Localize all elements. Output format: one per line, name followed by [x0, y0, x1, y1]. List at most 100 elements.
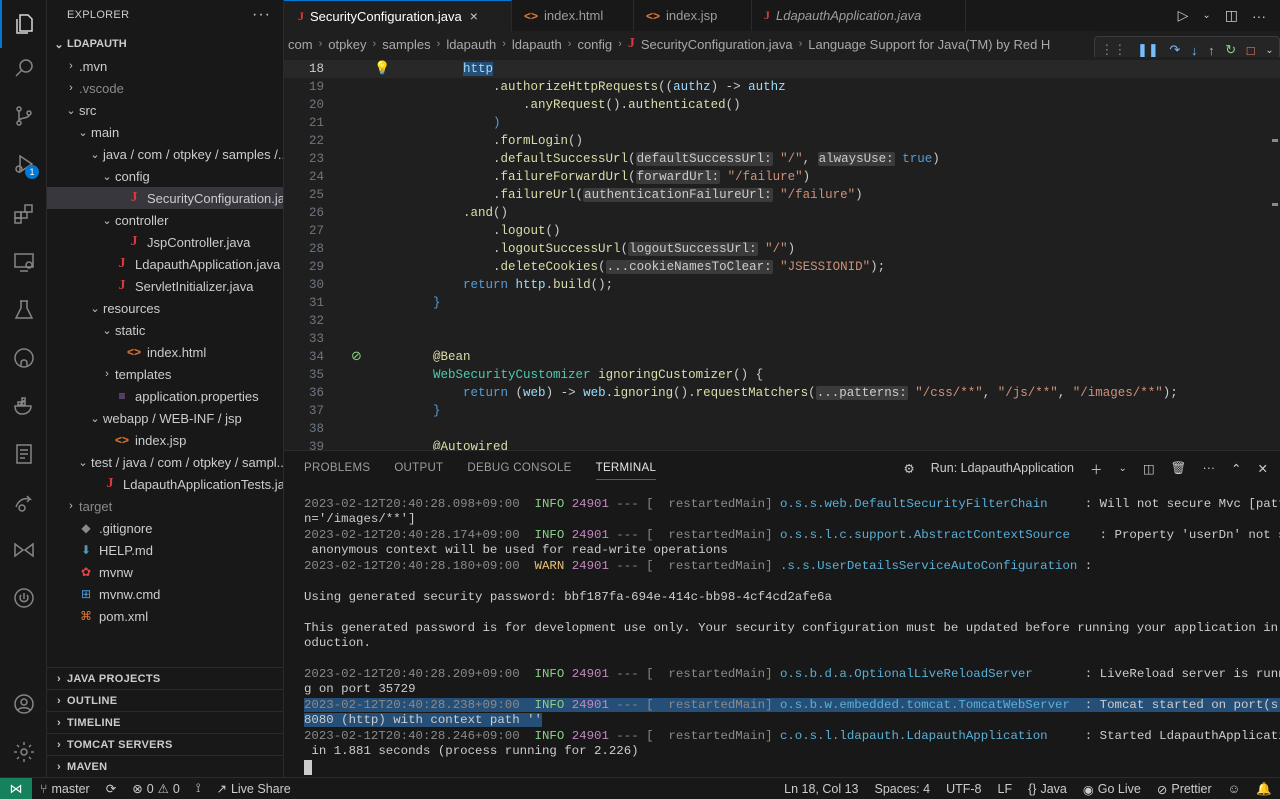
power-icon[interactable]	[0, 574, 47, 622]
chevron-down-icon[interactable]: ⌄	[1118, 463, 1126, 474]
file-item[interactable]: ⬇ HELP.md	[47, 539, 283, 561]
file-item[interactable]: J JspController.java	[47, 231, 283, 253]
bean-gutter-icon[interactable]: ⊘	[351, 348, 362, 366]
settings-gear-icon[interactable]	[0, 728, 47, 776]
folder-item[interactable]: ⌄ webapp / WEB-INF / jsp	[47, 407, 283, 429]
new-terminal-icon[interactable]: ＋	[1090, 459, 1103, 478]
docker-icon[interactable]	[0, 382, 47, 430]
close-icon[interactable]: ×	[470, 8, 478, 24]
breadcrumb-item[interactable]: SecurityConfiguration.java	[641, 37, 793, 52]
terminal-gear-icon[interactable]: ⚙	[904, 461, 915, 476]
step-into-icon[interactable]: ↓	[1191, 43, 1198, 58]
folder-item[interactable]: ⌄ java / com / otpkey / samples /...	[47, 143, 283, 165]
folder-item[interactable]: ⌄ test / java / com / otpkey / sampl...	[47, 451, 283, 473]
encoding[interactable]: UTF-8	[938, 782, 989, 796]
folder-item[interactable]: › target	[47, 495, 283, 517]
close-panel-icon[interactable]: ✕	[1258, 461, 1268, 476]
chevron-down-icon[interactable]: ⌄	[1202, 10, 1210, 21]
section-maven[interactable]: › MAVEN	[47, 755, 283, 777]
file-item[interactable]: J SecurityConfiguration.java	[47, 187, 283, 209]
live-share-button[interactable]: ↗ Live Share	[208, 781, 298, 797]
breadcrumb-item[interactable]: samples	[382, 37, 430, 52]
file-item[interactable]: ◆ .gitignore	[47, 517, 283, 539]
more-actions-icon[interactable]: ···	[1252, 8, 1266, 24]
folder-item[interactable]: ⌄ controller	[47, 209, 283, 231]
live-share-icon[interactable]	[0, 478, 47, 526]
split-terminal-icon[interactable]: ◫	[1143, 461, 1155, 476]
panel-tab-output[interactable]: OUTPUT	[394, 462, 443, 474]
sync-button[interactable]: ⟳	[98, 781, 124, 796]
trash-icon[interactable]: 🗑	[1171, 461, 1187, 476]
file-item[interactable]: J ServletInitializer.java	[47, 275, 283, 297]
file-item[interactable]: <> index.jsp	[47, 429, 283, 451]
prettier-button[interactable]: ⊘ Prettier	[1149, 782, 1220, 797]
testing-icon[interactable]	[0, 286, 47, 334]
cursor-position[interactable]: Ln 18, Col 13	[776, 782, 866, 796]
split-editor-icon[interactable]: ◫	[1225, 7, 1238, 24]
indentation[interactable]: Spaces: 4	[866, 782, 938, 796]
editor-tab[interactable]: J LdapauthApplication.java	[752, 0, 966, 31]
language-mode[interactable]: {} Java	[1020, 782, 1075, 796]
run-icon[interactable]: ▷	[1178, 7, 1189, 24]
breadcrumb-item[interactable]: Language Support for Java(TM) by Red H	[808, 37, 1050, 52]
chevron-down-icon[interactable]: ⌄	[1265, 45, 1273, 56]
section-timeline[interactable]: › TIMELINE	[47, 711, 283, 733]
panel-tab-terminal[interactable]: TERMINAL	[595, 462, 657, 480]
breadcrumb-item[interactable]: ldapauth	[446, 37, 496, 52]
breadcrumb-item[interactable]: config	[577, 37, 612, 52]
drag-handle-icon[interactable]: ⋮⋮	[1100, 42, 1126, 58]
go-live-button[interactable]: ◉ Go Live	[1075, 782, 1149, 797]
search-icon[interactable]	[0, 44, 47, 92]
notifications-button[interactable]: 🔔	[1248, 782, 1280, 797]
pause-icon[interactable]: ❚❚	[1137, 42, 1159, 58]
more-actions-icon[interactable]: ···	[1203, 461, 1216, 475]
breadcrumb-item[interactable]: ldapauth	[512, 37, 562, 52]
section-java-projects[interactable]: › JAVA PROJECTS	[47, 667, 283, 689]
editor-tab[interactable]: J SecurityConfiguration.java ×	[284, 0, 512, 31]
file-item[interactable]: <> index.html	[47, 341, 283, 363]
ports-button[interactable]: ⟟	[188, 781, 209, 796]
section-outline[interactable]: › OUTLINE	[47, 689, 283, 711]
lightbulb-icon[interactable]: 💡	[374, 60, 390, 78]
remote-indicator-icon[interactable]: ⋈	[0, 777, 32, 799]
file-item[interactable]: J LdapauthApplicationTests.java	[47, 473, 284, 495]
github-icon[interactable]	[0, 334, 47, 382]
folder-item[interactable]: ⌄ static	[47, 319, 283, 341]
explorer-icon[interactable]	[0, 0, 47, 48]
file-item[interactable]: ⊞ mvnw.cmd	[47, 583, 283, 605]
folder-item[interactable]: ⌄ resources	[47, 297, 283, 319]
file-item[interactable]: ⌘ pom.xml	[47, 605, 283, 627]
breadcrumb-item[interactable]: com	[288, 37, 313, 52]
folder-item[interactable]: › .vscode	[47, 77, 283, 99]
folder-item[interactable]: ⌄ config	[47, 165, 283, 187]
panel-tab-debug-console[interactable]: DEBUG CONSOLE	[467, 462, 571, 474]
problems-indicator[interactable]: ⊗ 0 ⚠ 0	[124, 781, 188, 797]
more-actions-icon[interactable]: ···	[252, 6, 271, 24]
code-editor[interactable]: 18 💡 http 19 .authorizeHttpRequests((authz…	[284, 57, 1280, 450]
end-of-line[interactable]: LF	[990, 782, 1021, 796]
step-out-icon[interactable]: ↑	[1208, 43, 1215, 58]
folder-item[interactable]: ⌄ main	[47, 121, 283, 143]
folder-item[interactable]: ⌄ src	[47, 99, 283, 121]
folder-item[interactable]: › .mvn	[47, 55, 283, 77]
step-over-icon[interactable]: ↷	[1169, 42, 1180, 58]
tree-root[interactable]: ⌄ LDAPAUTH	[47, 33, 283, 55]
run-debug-icon[interactable]: 1	[0, 140, 47, 188]
editor-tab[interactable]: <> index.html	[512, 0, 634, 31]
source-control-icon[interactable]	[0, 92, 47, 140]
breadcrumb-item[interactable]: otpkey	[328, 37, 366, 52]
editor-tab[interactable]: <> index.jsp	[634, 0, 752, 31]
feedback-button[interactable]: ☺	[1220, 782, 1249, 796]
terminal-run-label[interactable]: Run: LdapauthApplication	[931, 461, 1074, 475]
file-item[interactable]: J LdapauthApplication.java	[47, 253, 283, 275]
stop-icon[interactable]: □	[1247, 43, 1255, 58]
file-item[interactable]: ✿ mvnw	[47, 561, 283, 583]
file-item[interactable]: ≡ application.properties	[47, 385, 283, 407]
folder-item[interactable]: › templates	[47, 363, 283, 385]
branch-indicator[interactable]: ⑂ master	[32, 782, 98, 796]
section-tomcat-servers[interactable]: › TOMCAT SERVERS	[47, 733, 283, 755]
notes-icon[interactable]	[0, 430, 47, 478]
panel-tab-problems[interactable]: PROBLEMS	[304, 462, 370, 474]
bowtie-icon[interactable]	[0, 526, 47, 574]
account-icon[interactable]	[0, 680, 47, 728]
